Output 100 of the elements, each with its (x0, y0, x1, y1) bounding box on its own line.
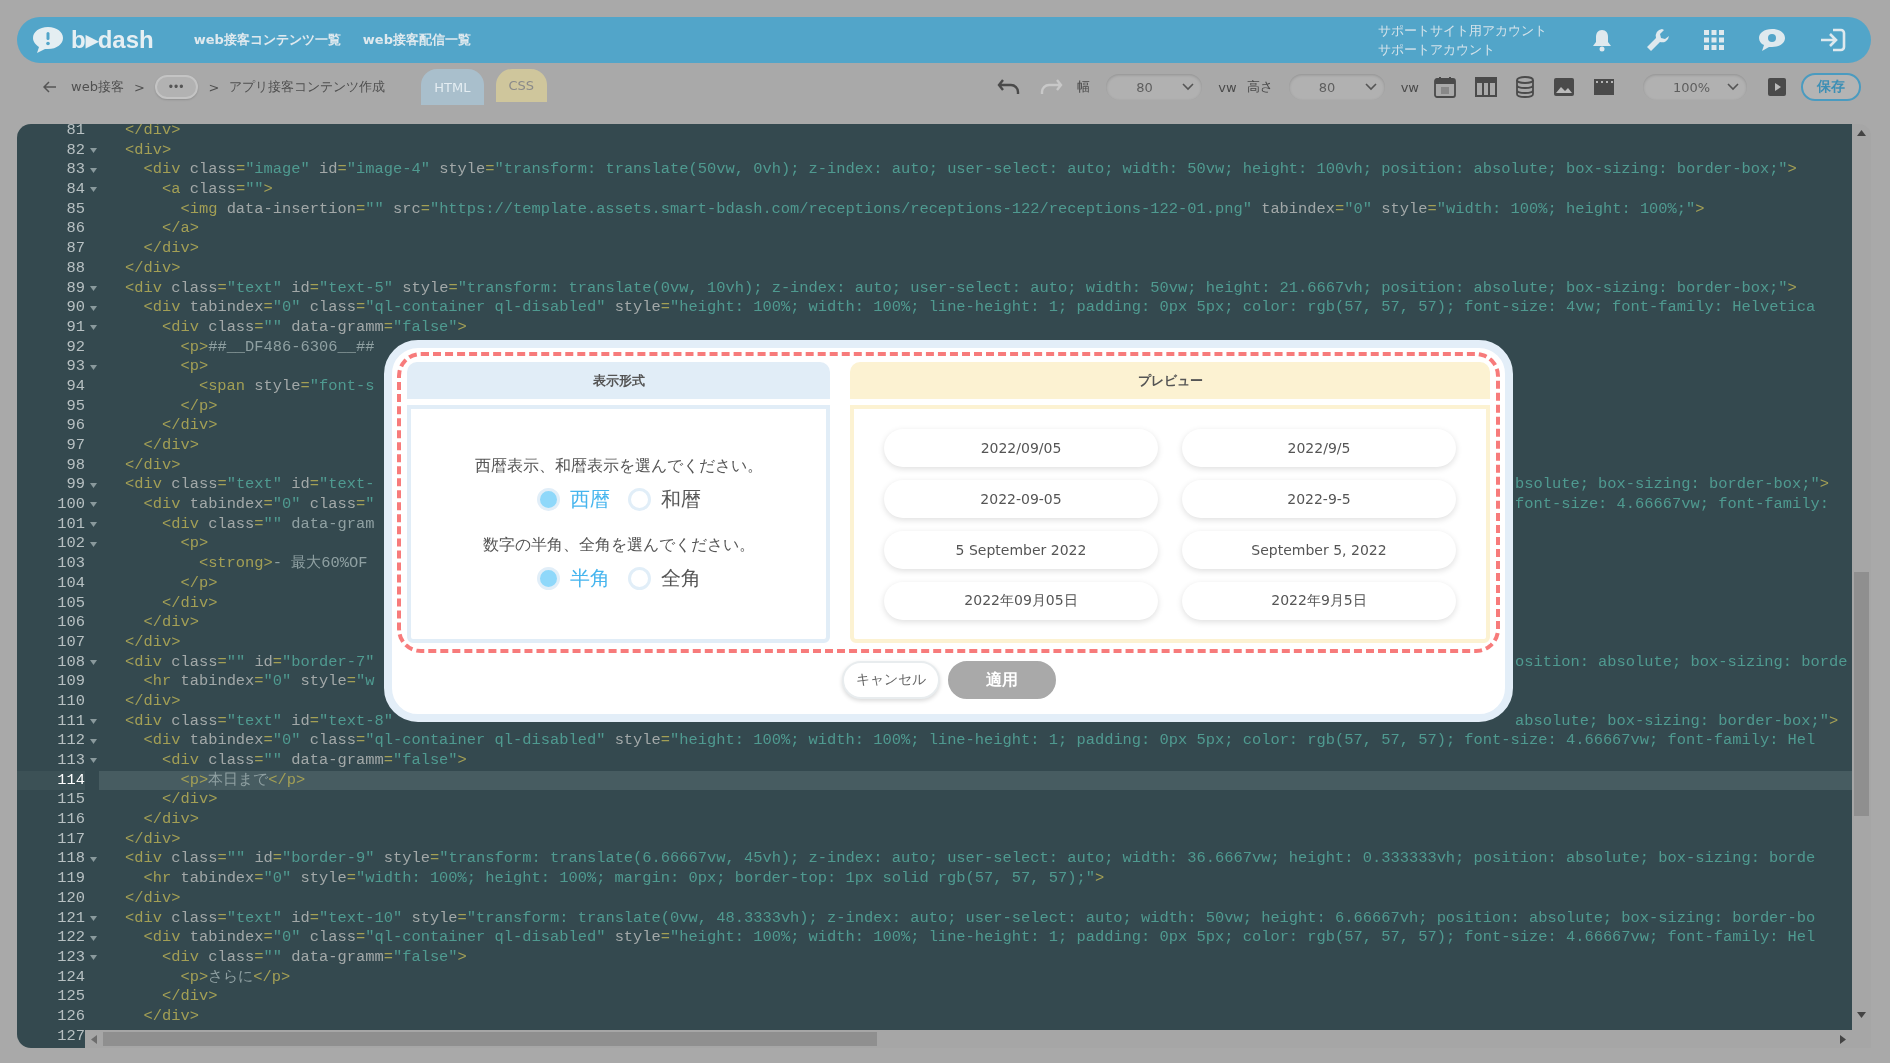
width-label: 幅 (1077, 78, 1091, 96)
fold-arrow-icon[interactable] (90, 325, 97, 331)
nav-link[interactable]: web接客コンテンツ一覧 (193, 31, 341, 49)
fold-arrow-icon[interactable] (90, 856, 97, 862)
database-icon[interactable] (1515, 76, 1535, 98)
date-format-option[interactable]: 2022/9/5 (1182, 428, 1456, 467)
code-line: </div> (160, 987, 218, 1007)
code-line: </div> (160, 790, 218, 811)
line-number: 127 (56, 1026, 85, 1047)
fold-arrow-icon[interactable] (90, 955, 97, 961)
chat-bubble-icon[interactable] (1757, 27, 1787, 53)
code-line: absolute; box-sizing: border-box;"> (1514, 711, 1839, 732)
code-line: <div class="" id="border-9" style="transform: translate(6.66667vw, 45vh); z-index: auto; user-select: auto; width: 36.6667vw; height: 0.333333vh; position: absolute; box-sizing: borde (125, 849, 1816, 870)
dialog-button[interactable]: キャンセル (841, 661, 940, 699)
fold-arrow-icon[interactable] (90, 738, 97, 744)
radio-option[interactable]: 和暦 (627, 486, 701, 513)
breadcrumb-separator: > (133, 79, 145, 95)
play-icon[interactable] (1767, 77, 1787, 97)
date-format-option[interactable]: 2022年9月5日 (1182, 581, 1456, 620)
date-format-option[interactable]: 2022-09-05 (884, 479, 1158, 518)
caret-icon (1727, 83, 1739, 91)
date-format-option[interactable]: 2022/09/05 (884, 428, 1158, 467)
fold-arrow-icon[interactable] (90, 502, 97, 508)
line-number: 106 (56, 613, 85, 633)
fold-arrow-icon[interactable] (90, 522, 97, 528)
zoom-select[interactable]: 100% (1643, 74, 1747, 100)
line-number: 94 (65, 376, 85, 397)
radio-option[interactable]: 西暦 (536, 486, 610, 513)
height-select[interactable]: 80 (1288, 74, 1385, 100)
line-number: 122 (56, 928, 85, 948)
nav-link[interactable]: web接客配信一覧 (362, 31, 471, 49)
account-name[interactable]: サポートアカウント (1378, 40, 1547, 59)
logout-icon[interactable] (1819, 27, 1847, 53)
fold-arrow-icon[interactable] (90, 148, 97, 154)
wrench-icon[interactable] (1645, 27, 1671, 53)
date-format-option[interactable]: September 5, 2022 (1182, 530, 1456, 569)
code-line: </div> (142, 613, 199, 633)
line-number: 107 (56, 632, 85, 653)
line-number: 123 (56, 947, 85, 968)
logo-text[interactable]: b▸dash (71, 26, 154, 54)
line-number: 116 (56, 810, 85, 830)
grid-menu-icon[interactable] (1703, 29, 1725, 51)
radio-option[interactable]: 半角 (536, 565, 610, 592)
calendar-icon[interactable] (1433, 75, 1457, 99)
line-number: 119 (56, 869, 85, 889)
film-icon[interactable] (1593, 77, 1615, 97)
fold-arrow-icon[interactable] (90, 541, 97, 547)
fold-arrow-icon[interactable] (90, 915, 97, 921)
line-number: 92 (65, 337, 85, 358)
width-select[interactable]: 80 (1106, 74, 1203, 100)
fold-arrow-icon[interactable] (90, 187, 97, 193)
code-line: </div> (160, 593, 218, 614)
code-editor[interactable] (17, 124, 1852, 1048)
fold-arrow-icon[interactable] (90, 167, 97, 173)
line-number: 82 (65, 140, 85, 161)
speech-bubble-logo-icon (31, 25, 65, 55)
code-line: </div> (125, 888, 181, 909)
image-icon[interactable] (1553, 77, 1575, 97)
scroll-right-icon[interactable] (1840, 1034, 1846, 1044)
line-number: 105 (56, 593, 85, 614)
scroll-left-icon[interactable] (91, 1034, 97, 1044)
code-line: <div tabindex="0" class="ql-container ql-disabled" style="height: 100%; width: 100%; line-height: 1; padding: 0px 5px; color: rgb(57, 57, 57); font-size: 4vw; font-family: Helvetica (142, 298, 1816, 318)
code-line: <span style="font-s (197, 376, 375, 397)
fold-arrow-icon[interactable] (90, 659, 97, 665)
save-button[interactable]: 保存 (1801, 73, 1861, 101)
date-format-option[interactable]: 2022-9-5 (1182, 479, 1456, 518)
fold-arrow-icon[interactable] (90, 758, 97, 764)
line-number: 100 (56, 495, 85, 515)
code-line: </div> (125, 455, 181, 476)
fold-arrow-icon[interactable] (90, 364, 97, 370)
fold-arrow-icon[interactable] (90, 482, 97, 488)
line-number: 121 (56, 908, 85, 929)
code-line: <hr tabindex="0" style="w (142, 672, 375, 692)
scroll-down-icon[interactable] (1857, 1012, 1866, 1018)
editor-tab[interactable]: CSS (495, 69, 548, 102)
date-format-option[interactable]: 5 September 2022 (884, 530, 1158, 569)
account-name[interactable]: サポートサイト用アカウント (1378, 21, 1547, 40)
code-line: <div class="" data-gramm="false"> (160, 947, 467, 968)
date-format-option[interactable]: 2022年09月05日 (884, 581, 1158, 620)
height-label: 高さ (1246, 78, 1273, 96)
fold-arrow-icon[interactable] (90, 285, 97, 291)
undo-icon[interactable] (997, 78, 1022, 96)
bell-icon[interactable] (1591, 28, 1613, 52)
line-number: 112 (56, 731, 85, 751)
more-button[interactable]: ••• (154, 75, 199, 99)
radio-option[interactable]: 全角 (627, 565, 701, 592)
caret-icon (1364, 83, 1377, 91)
breadcrumb-current: アプリ接客コンテンツ作成 (229, 78, 386, 96)
fold-arrow-icon[interactable] (90, 935, 97, 941)
table-icon[interactable] (1475, 77, 1497, 97)
line-number: 109 (56, 672, 85, 692)
code-line: <div class="" data-gramm="false"> (160, 751, 467, 771)
code-line: <hr tabindex="0" style="width: 100%; height: 100%; margin: 0px; border-top: 1px solid rgb(57, 57, 57);"> (142, 869, 1105, 889)
back-arrow-icon[interactable] (43, 81, 57, 93)
scroll-up-icon[interactable] (1857, 130, 1866, 136)
breadcrumb-link[interactable]: web接客 (71, 78, 124, 96)
code-line: <div> (125, 140, 172, 161)
fold-arrow-icon[interactable] (90, 718, 97, 724)
fold-arrow-icon[interactable] (90, 305, 97, 311)
editor-tab[interactable]: HTML (421, 69, 484, 105)
